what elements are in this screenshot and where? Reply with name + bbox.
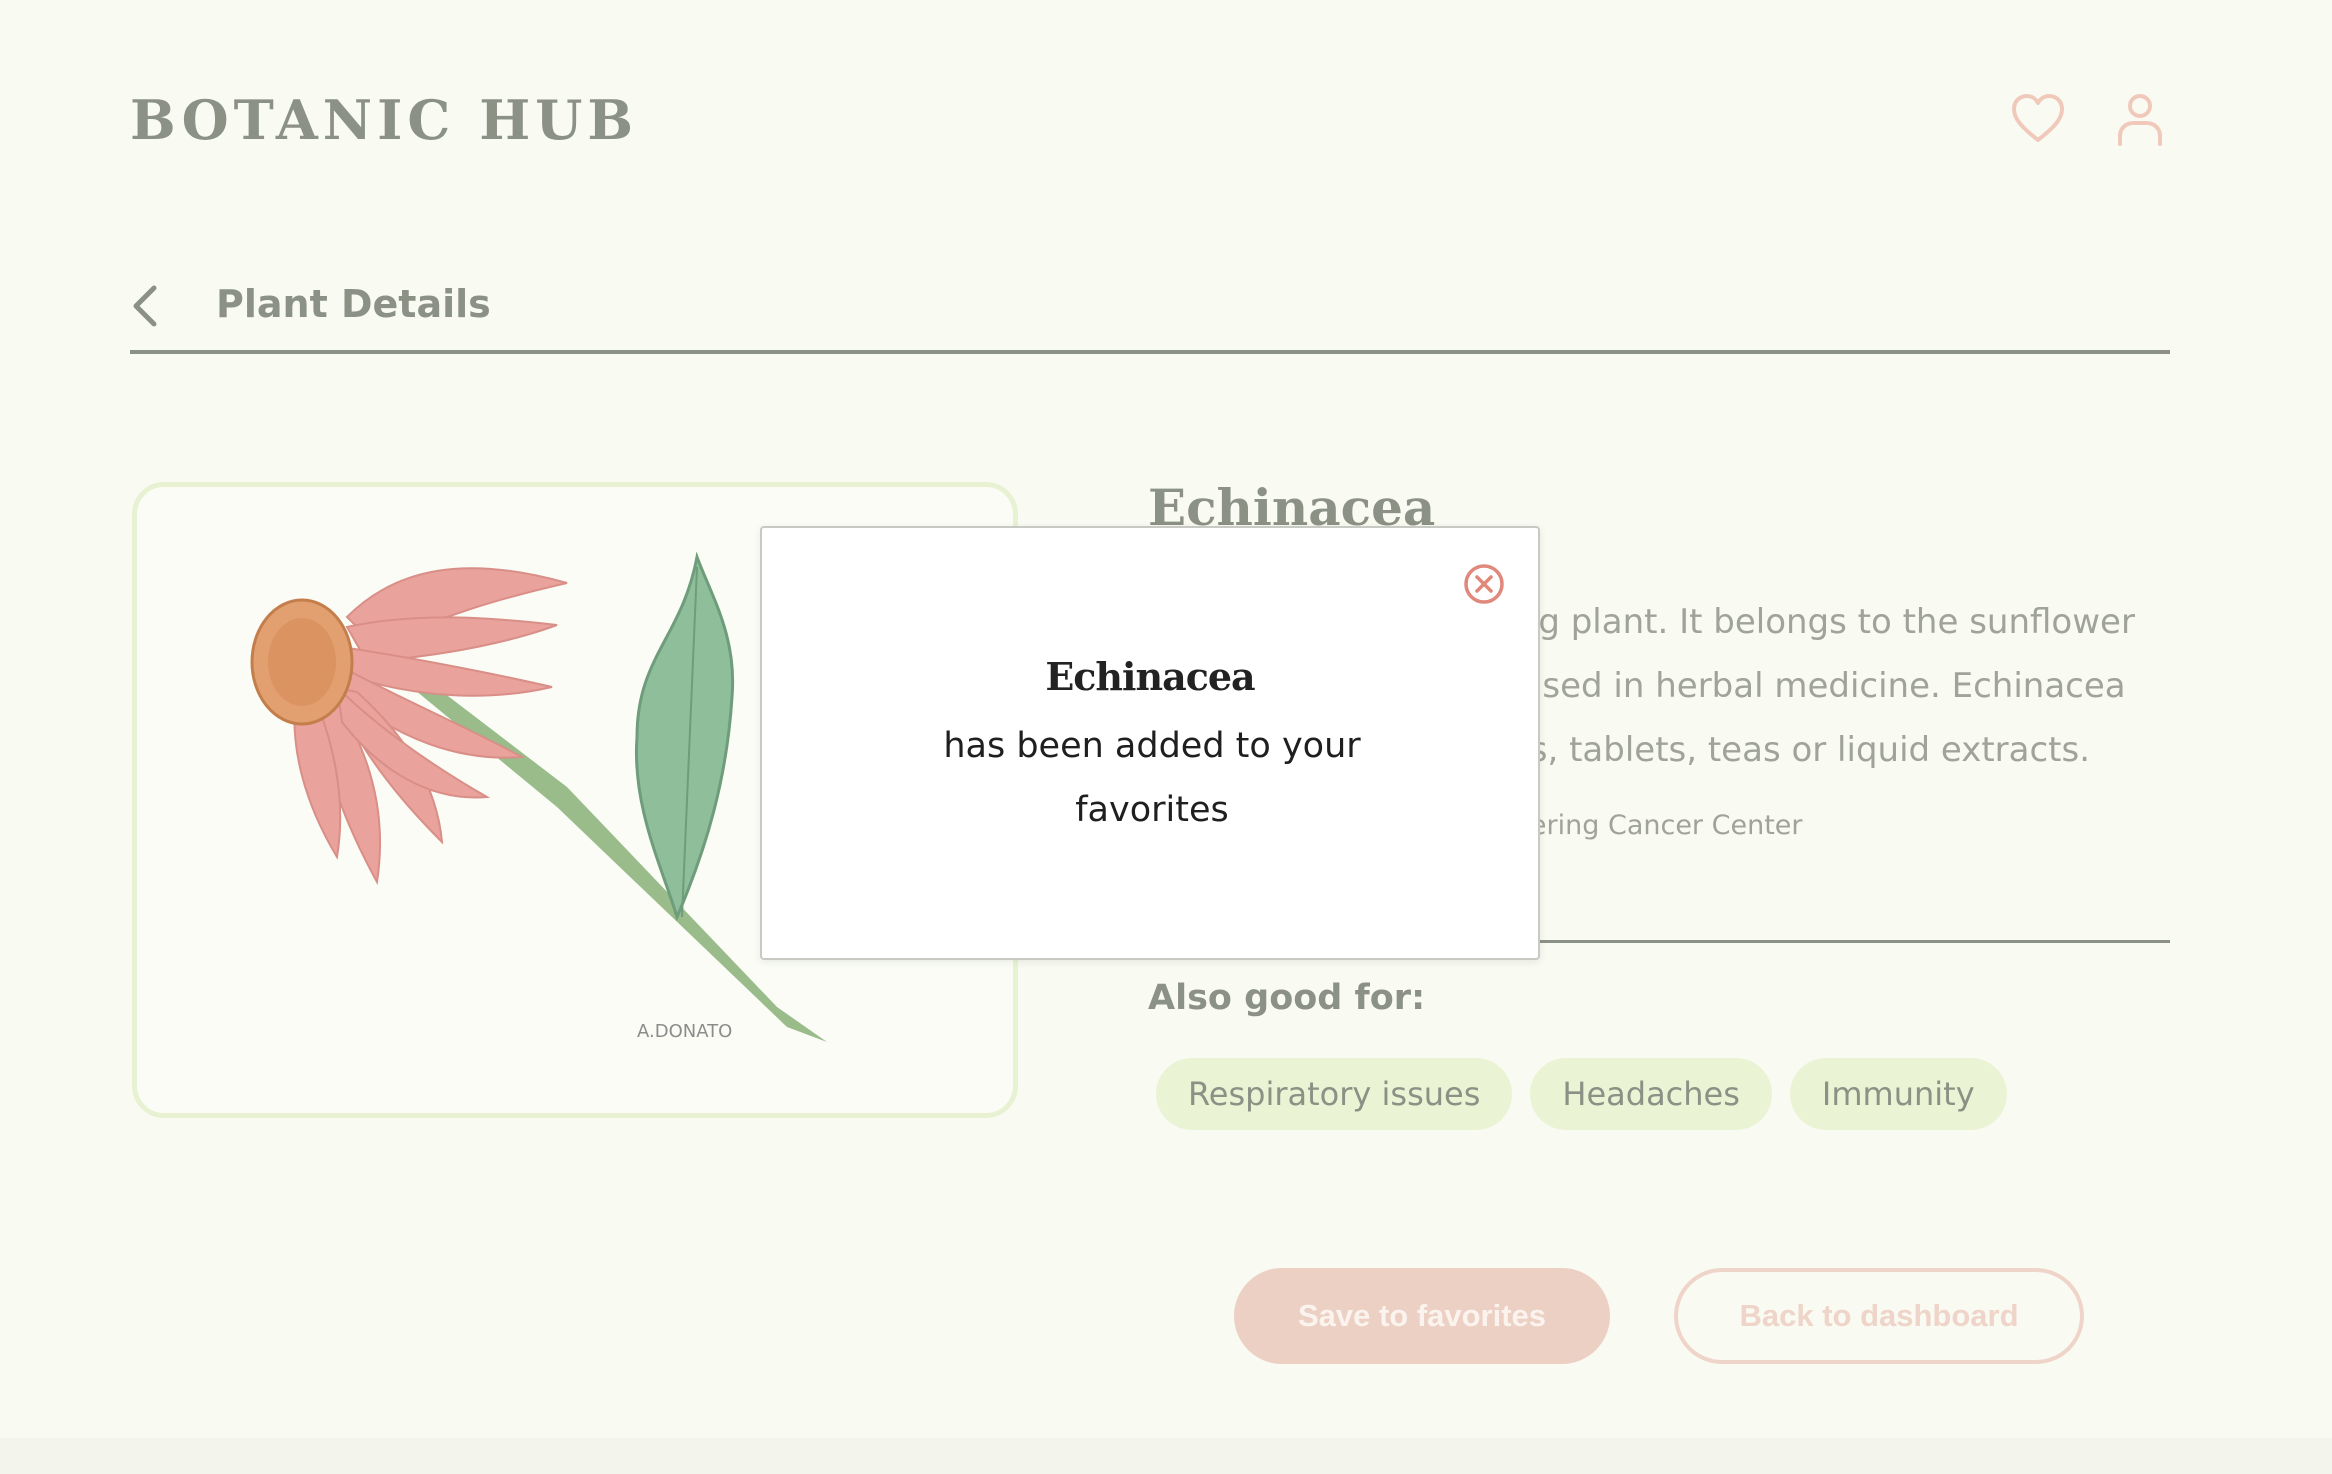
tag-immunity[interactable]: Immunity bbox=[1789, 1058, 2007, 1130]
close-circle-icon[interactable] bbox=[1462, 562, 1506, 606]
modal-title: Echinacea bbox=[1045, 654, 1255, 699]
user-icon[interactable] bbox=[2112, 92, 2168, 148]
page-title: Plant Details bbox=[216, 282, 491, 326]
favorite-added-modal: Echinacea has been added to your favorit… bbox=[760, 526, 1540, 960]
header-icons bbox=[2010, 92, 2168, 148]
back-to-dashboard-button[interactable]: Back to dashboard bbox=[1674, 1268, 2084, 1364]
tag-list: Respiratory issues Headaches Immunity bbox=[1156, 1058, 2007, 1130]
chevron-left-icon[interactable] bbox=[130, 282, 160, 330]
subheader: Plant Details bbox=[130, 270, 2170, 354]
heart-icon[interactable] bbox=[2010, 92, 2066, 148]
also-good-for-label: Also good for: bbox=[1148, 978, 1426, 1018]
tag-headaches[interactable]: Headaches bbox=[1530, 1058, 1772, 1130]
tag-respiratory-issues[interactable]: Respiratory issues bbox=[1156, 1058, 1513, 1130]
save-to-favorites-button[interactable]: Save to favorites bbox=[1234, 1268, 1610, 1364]
bottom-band bbox=[0, 1438, 2332, 1474]
artist-signature: A.DONATO bbox=[637, 1021, 732, 1042]
brand-logo[interactable]: BOTANIC HUB bbox=[130, 88, 638, 152]
modal-message: has been added to your favorites bbox=[943, 726, 1361, 830]
plant-details-page: BOTANIC HUB Plant Details A.DONATO Echin… bbox=[0, 0, 2332, 1474]
